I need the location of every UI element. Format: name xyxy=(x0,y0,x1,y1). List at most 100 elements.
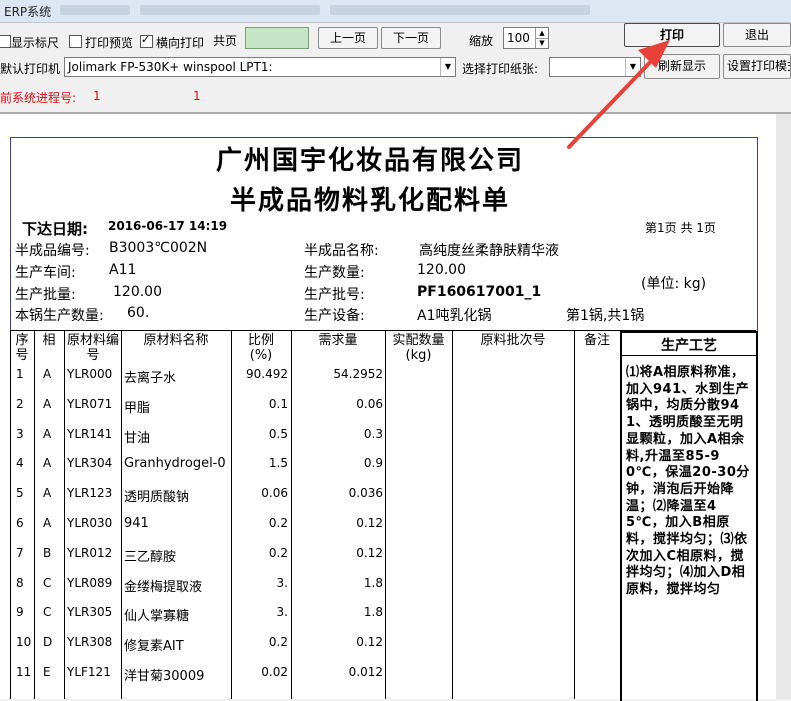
table-gridline xyxy=(231,330,232,699)
table-cell-seq: 6 xyxy=(16,516,24,530)
table-cell-name: 941 xyxy=(124,516,149,531)
paper-label: 选择打印纸张: xyxy=(462,62,539,76)
table-cell-seq: 9 xyxy=(16,605,24,620)
total-pages-label: 共页 xyxy=(213,34,238,48)
table-gridline xyxy=(10,330,11,699)
table-cell-demand: 0.12 xyxy=(356,545,383,560)
table-cell-phase: C xyxy=(43,605,52,620)
annotation-arrow xyxy=(567,40,670,149)
table-cell-phase: B xyxy=(43,545,52,560)
table-cell-name: 修复素AIT xyxy=(124,639,184,655)
table-cell-demand: 0.12 xyxy=(356,635,383,650)
table-cell-ratio: 90.492 xyxy=(246,367,288,381)
qty-label: 生产数量: xyxy=(304,265,365,281)
table-cell-name: 洋甘菊30009 xyxy=(124,669,205,684)
arrow-head xyxy=(638,40,670,68)
zoom-value: 100 xyxy=(507,31,530,45)
show-ruler-label: 显示标尺 xyxy=(11,36,60,50)
print-settings-button[interactable]: 设置打印模式 xyxy=(723,54,791,79)
code-value: B3003℃002N xyxy=(109,240,208,256)
table-cell-demand: 54.2952 xyxy=(333,367,383,381)
table-cell-code: YLR000 xyxy=(67,367,113,381)
printer-label: 默认打印机 xyxy=(0,62,60,76)
header-demand: 需求量 xyxy=(318,333,358,348)
batch-qty-label: 生产批量: xyxy=(15,287,76,303)
landscape-checkbox[interactable] xyxy=(140,33,153,48)
table-cell-code: YLR089 xyxy=(67,575,113,590)
show-ruler-checkbox[interactable] xyxy=(0,35,11,48)
table-cell-ratio: 0.2 xyxy=(268,516,288,530)
table-cell-seq: 3 xyxy=(16,426,24,441)
table-cell-name: 金缕梅提取液 xyxy=(124,579,203,595)
table-cell-name: 三乙醇胺 xyxy=(124,549,177,565)
table-cell-ratio: 0.06 xyxy=(261,486,288,501)
pot-qty-value: 60. xyxy=(127,305,150,321)
landscape-label: 横向打印 xyxy=(156,36,205,50)
equipment-label: 生产设备: xyxy=(304,308,365,324)
header-remark: 备注 xyxy=(583,333,610,348)
table-cell-phase: A xyxy=(43,516,52,530)
header-actual: 实配数量(kg) xyxy=(392,333,445,363)
table-cell-seq: 11 xyxy=(16,665,32,679)
next-page-button[interactable]: 下一页 xyxy=(381,27,441,49)
header-process: 生产工艺 xyxy=(661,338,717,354)
table-cell-phase: A xyxy=(43,396,52,411)
zoom-down-icon[interactable]: ▼ xyxy=(535,38,548,48)
arrow-shaft xyxy=(567,52,660,149)
prev-page-button[interactable]: 上一页 xyxy=(318,27,378,49)
table-cell-phase: A xyxy=(43,486,52,501)
page-info: 第1页 共 1页 xyxy=(645,221,716,235)
table-cell-demand: 0.3 xyxy=(363,426,383,441)
printer-value: Jolimark FP-530K+ winspool LPT1: xyxy=(68,60,273,74)
printer-select[interactable]: Jolimark FP-530K+ winspool LPT1: ▼ xyxy=(64,57,456,77)
table-cell-ratio: 3. xyxy=(276,575,288,590)
page-count-field[interactable] xyxy=(245,27,309,49)
table-cell-phase: A xyxy=(43,426,52,441)
table-cell-phase: A xyxy=(43,456,52,471)
process-column: 生产工艺 ⑴将A相原料称准，加入941、水到生产锅中，均质分散941、透明质酸至… xyxy=(620,331,758,701)
table-cell-code: YLR030 xyxy=(67,516,113,530)
vertical-scrollbar[interactable] xyxy=(776,114,791,699)
table-cell-name: Granhydrogel-0 xyxy=(124,456,226,472)
table-cell-ratio: 1.5 xyxy=(268,456,288,471)
title-bar: ERP系统 xyxy=(0,0,791,23)
table-cell-seq: 4 xyxy=(16,456,24,471)
table-cell-demand: 1.8 xyxy=(363,575,383,590)
table-cell-phase: C xyxy=(43,575,52,590)
code-label: 半成品编号: xyxy=(15,243,90,259)
window-title: ERP系统 xyxy=(4,5,52,19)
header-name: 原材料名称 xyxy=(143,333,209,348)
batch-no-label: 生产批号: xyxy=(304,287,365,303)
process-divider xyxy=(622,355,756,356)
table-cell-seq: 7 xyxy=(16,545,24,560)
table-cell-phase: E xyxy=(43,665,51,679)
zoom-spinner[interactable]: 100 ▲ ▼ xyxy=(503,27,549,49)
table-cell-seq: 1 xyxy=(16,367,24,381)
table-cell-ratio: 0.2 xyxy=(268,545,288,560)
table-cell-name: 甲脂 xyxy=(124,400,151,416)
table-cell-demand: 0.9 xyxy=(363,456,383,471)
qty-value: 120.00 xyxy=(417,262,466,278)
table-cell-code: YLF121 xyxy=(67,665,111,679)
table-cell-demand: 0.036 xyxy=(348,486,383,501)
batch-qty-value: 120.00 xyxy=(113,284,162,300)
chevron-down-icon[interactable]: ▼ xyxy=(440,58,455,76)
table-gridline xyxy=(385,330,386,699)
pot-info: 第1锅,共1锅 xyxy=(566,308,645,324)
process-label: 当前系统进程号: xyxy=(0,91,77,105)
name-label: 半成品名称: xyxy=(304,243,379,259)
table-cell-code: YLR141 xyxy=(67,426,113,441)
table-gridline xyxy=(574,330,575,699)
issue-date-label: 下达日期: xyxy=(22,220,88,238)
print-preview-checkbox[interactable] xyxy=(69,35,82,48)
table-cell-seq: 2 xyxy=(16,396,24,411)
workshop-value: A11 xyxy=(109,262,137,278)
table-cell-seq: 8 xyxy=(16,575,24,590)
workshop-label: 生产车间: xyxy=(15,265,76,281)
process-text: ⑴将A相原料称准，加入941、水到生产锅中，均质分散941、透明质酸至无明显颗粒… xyxy=(626,365,750,598)
process-value: 1 xyxy=(93,89,101,103)
blurred-tab xyxy=(60,5,130,15)
table-cell-code: YLR305 xyxy=(67,605,113,620)
table-cell-ratio: 0.02 xyxy=(261,665,288,679)
exit-button[interactable]: 退出 xyxy=(723,23,791,47)
